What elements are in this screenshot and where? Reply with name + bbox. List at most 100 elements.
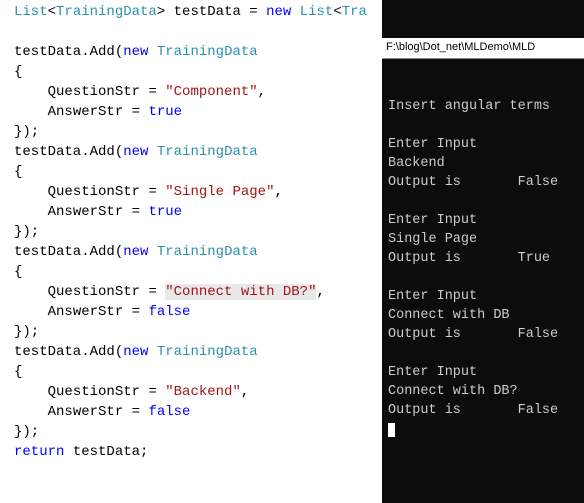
- code-token: AnswerStr: [48, 404, 132, 420]
- code-token: ,: [274, 184, 282, 200]
- code-token: new: [123, 44, 157, 60]
- terminal-line: Output is False: [388, 401, 578, 420]
- code-token: QuestionStr: [48, 84, 149, 100]
- code-token: {: [14, 164, 22, 180]
- code-token: });: [14, 324, 39, 340]
- code-token: testData: [14, 144, 81, 160]
- code-token: "Component": [165, 84, 257, 100]
- code-token: .: [81, 344, 89, 360]
- code-token: {: [14, 64, 22, 80]
- code-line[interactable]: testData.Add(new TrainingData: [14, 242, 382, 262]
- code-editor[interactable]: List<TrainingData> testData = new List<T…: [0, 0, 382, 503]
- code-line[interactable]: testData.Add(new TrainingData: [14, 42, 382, 62]
- code-token: ;: [140, 444, 148, 460]
- code-token: {: [14, 364, 22, 380]
- code-line[interactable]: AnswerStr = false: [14, 302, 382, 322]
- code-token: List: [14, 4, 48, 20]
- code-token: =: [132, 204, 149, 220]
- terminal-line: [388, 268, 578, 287]
- code-token: <: [48, 4, 56, 20]
- code-line[interactable]: QuestionStr = "Single Page",: [14, 182, 382, 202]
- code-token: QuestionStr: [48, 284, 149, 300]
- code-line[interactable]: });: [14, 122, 382, 142]
- code-token: true: [148, 104, 182, 120]
- terminal-cursor: [388, 420, 578, 439]
- code-token: =: [148, 184, 165, 200]
- code-line[interactable]: List<TrainingData> testData = new List<T…: [14, 2, 382, 22]
- code-token: TrainingData: [157, 344, 258, 360]
- code-token: Add: [90, 44, 115, 60]
- code-line[interactable]: });: [14, 222, 382, 242]
- terminal-titlebar: F:\blog\Dot_net\MLDemo\MLD: [382, 38, 584, 59]
- terminal-line: [388, 344, 578, 363]
- code-line[interactable]: testData.Add(new TrainingData: [14, 342, 382, 362]
- code-line[interactable]: {: [14, 62, 382, 82]
- code-token: Add: [90, 344, 115, 360]
- terminal-line: Output is False: [388, 325, 578, 344]
- terminal-line: Single Page: [388, 230, 578, 249]
- code-line[interactable]: testData.Add(new TrainingData: [14, 142, 382, 162]
- code-token: ,: [241, 384, 249, 400]
- code-line[interactable]: [14, 22, 382, 42]
- code-token: (: [115, 44, 123, 60]
- code-token: "Backend": [165, 384, 241, 400]
- code-token: .: [81, 44, 89, 60]
- code-token: testData: [14, 244, 81, 260]
- terminal-line: [388, 192, 578, 211]
- code-token: testData: [73, 444, 140, 460]
- code-line[interactable]: AnswerStr = false: [14, 402, 382, 422]
- code-token: .: [81, 244, 89, 260]
- code-token: "Single Page": [165, 184, 274, 200]
- code-token: (: [115, 144, 123, 160]
- terminal-panel[interactable]: F:\blog\Dot_net\MLDemo\MLD Insert angula…: [382, 0, 584, 503]
- code-token: QuestionStr: [48, 384, 149, 400]
- code-line[interactable]: });: [14, 322, 382, 342]
- code-token: >: [157, 4, 174, 20]
- code-line[interactable]: QuestionStr = "Backend",: [14, 382, 382, 402]
- code-token: QuestionStr: [48, 184, 149, 200]
- terminal-line: Enter Input: [388, 363, 578, 382]
- terminal-line: Enter Input: [388, 211, 578, 230]
- terminal-line: Enter Input: [388, 135, 578, 154]
- code-token: TrainingData: [157, 244, 258, 260]
- code-token: AnswerStr: [48, 304, 132, 320]
- code-token: testData: [14, 44, 81, 60]
- code-line[interactable]: {: [14, 262, 382, 282]
- terminal-line: Connect with DB?: [388, 382, 578, 401]
- terminal-line: Insert angular terms: [388, 97, 578, 116]
- code-token: });: [14, 424, 39, 440]
- code-token: <: [333, 4, 341, 20]
- code-line[interactable]: AnswerStr = true: [14, 202, 382, 222]
- code-line[interactable]: QuestionStr = "Component",: [14, 82, 382, 102]
- code-line[interactable]: QuestionStr = "Connect with DB?",: [14, 282, 382, 302]
- code-token: false: [148, 404, 190, 420]
- code-token: new: [266, 4, 300, 20]
- code-token: =: [132, 304, 149, 320]
- terminal-output: Insert angular terms Enter InputBackendO…: [388, 97, 578, 439]
- code-token: =: [148, 84, 165, 100]
- terminal-line: Output is True: [388, 249, 578, 268]
- code-line[interactable]: {: [14, 362, 382, 382]
- code-token: =: [132, 104, 149, 120]
- code-line[interactable]: });: [14, 422, 382, 442]
- terminal-line: [388, 116, 578, 135]
- code-token: ,: [316, 284, 324, 300]
- code-token: Tra: [342, 4, 367, 20]
- code-token: List: [300, 4, 334, 20]
- code-token: false: [148, 304, 190, 320]
- terminal-line: Output is False: [388, 173, 578, 192]
- code-token: Add: [90, 244, 115, 260]
- code-token: .: [81, 144, 89, 160]
- code-token: new: [123, 144, 157, 160]
- code-line[interactable]: {: [14, 162, 382, 182]
- code-token: AnswerStr: [48, 204, 132, 220]
- code-token: AnswerStr: [48, 104, 132, 120]
- code-token: {: [14, 264, 22, 280]
- code-line[interactable]: return testData;: [14, 442, 382, 462]
- code-token: testData: [174, 4, 250, 20]
- code-token: =: [249, 4, 266, 20]
- code-token: (: [115, 344, 123, 360]
- code-line[interactable]: AnswerStr = true: [14, 102, 382, 122]
- code-token: (: [115, 244, 123, 260]
- code-token: TrainingData: [56, 4, 157, 20]
